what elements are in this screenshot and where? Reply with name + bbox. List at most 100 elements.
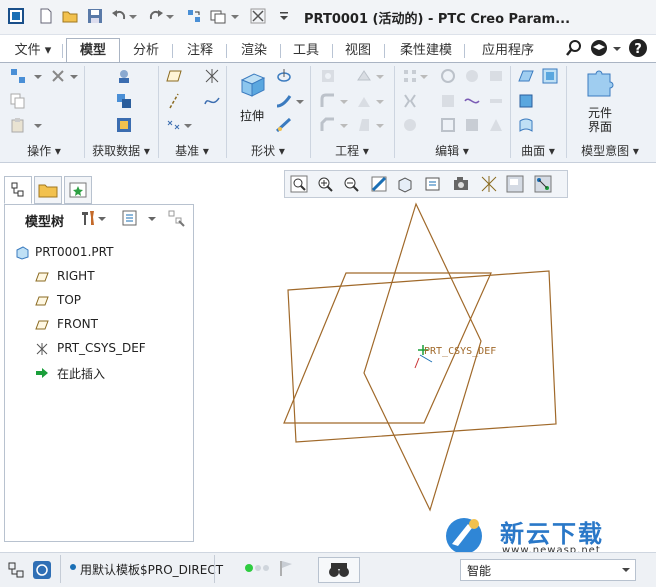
copy-geometry-icon[interactable]: [116, 93, 132, 109]
display-style-icon[interactable]: [395, 174, 415, 194]
freestyle-icon[interactable]: [542, 68, 558, 84]
chevron-down-icon[interactable]: [340, 117, 356, 133]
customize-toolbar-icon[interactable]: [278, 8, 294, 24]
thicken-icon[interactable]: [488, 93, 504, 109]
spin-center-icon[interactable]: [533, 174, 553, 194]
undo-icon[interactable]: [111, 8, 127, 24]
component-interface-label[interactable]: 元件 界面: [578, 106, 622, 134]
tree-filter-icon[interactable]: [167, 209, 185, 227]
tab-annotate[interactable]: 注释: [174, 41, 227, 61]
chevron-down-icon[interactable]: [70, 68, 86, 84]
tab-applications[interactable]: 应用程序: [470, 41, 546, 61]
zoom-out-icon[interactable]: [341, 174, 361, 194]
delete-icon[interactable]: [50, 68, 66, 84]
chevron-down-icon[interactable]: [184, 117, 200, 133]
group-surfaces[interactable]: 曲面 ▾: [510, 141, 566, 161]
chevron-down-icon[interactable]: [147, 209, 157, 227]
chevron-down-icon[interactable]: [340, 93, 356, 109]
regenerate-icon[interactable]: [186, 8, 202, 24]
tab-tools[interactable]: 工具: [280, 41, 333, 61]
chevron-down-icon[interactable]: [34, 68, 50, 84]
surface-icon[interactable]: [518, 117, 534, 133]
sketch-icon[interactable]: [204, 93, 220, 109]
tab-render[interactable]: 渲染: [228, 41, 281, 61]
group-model-intent[interactable]: 模型意图 ▾: [566, 141, 654, 161]
tree-item-front[interactable]: FRONT: [5, 315, 191, 335]
boundary-blend-icon[interactable]: [518, 68, 534, 84]
user-defined-feature-icon[interactable]: [116, 68, 132, 84]
chevron-down-icon[interactable]: [376, 93, 392, 109]
tree-item-insert-here[interactable]: 在此插入: [5, 363, 191, 383]
group-shape[interactable]: 形状 ▾: [226, 141, 310, 161]
undo-dropdown-icon[interactable]: [128, 8, 144, 24]
repaint-icon[interactable]: [369, 174, 389, 194]
style-icon[interactable]: [518, 93, 534, 109]
toggle-navigator-icon[interactable]: [6, 560, 26, 580]
chamfer-icon[interactable]: [320, 117, 336, 133]
folder-browser-tab[interactable]: [34, 176, 62, 204]
intersect-icon[interactable]: [402, 117, 418, 133]
round-icon[interactable]: [320, 93, 336, 109]
remove-icon[interactable]: [488, 117, 504, 133]
rib-icon[interactable]: [356, 93, 372, 109]
view-manager-icon[interactable]: [451, 174, 471, 194]
extrude-label[interactable]: 拉伸: [232, 107, 272, 124]
search-icon[interactable]: [566, 40, 582, 56]
app-icon[interactable]: [8, 8, 24, 24]
annotation-display-icon[interactable]: [505, 174, 525, 194]
browser-icon[interactable]: [32, 560, 52, 580]
windows-icon[interactable]: [210, 8, 226, 24]
help-icon[interactable]: ?: [628, 38, 648, 58]
favorites-tab[interactable]: [64, 176, 92, 204]
offset-icon[interactable]: [488, 68, 504, 84]
tab-analysis[interactable]: 分析: [120, 41, 173, 61]
graduation-cap-icon[interactable]: [590, 39, 608, 57]
saved-orientations-icon[interactable]: [423, 174, 443, 194]
flag-icon[interactable]: [278, 559, 294, 577]
fill-icon[interactable]: [440, 117, 456, 133]
datum-display-filters-icon[interactable]: [479, 174, 499, 194]
point-icon[interactable]: [166, 117, 182, 133]
trim-icon[interactable]: [464, 68, 480, 84]
merge-icon[interactable]: [440, 93, 456, 109]
save-icon[interactable]: [87, 8, 103, 24]
shrinkwrap-icon[interactable]: [116, 117, 132, 133]
component-interface-icon[interactable]: [584, 68, 616, 100]
chevron-down-icon[interactable]: [612, 39, 622, 57]
graphics-area[interactable]: PRT_CSYS_DEF: [196, 198, 656, 550]
model-tree-tab[interactable]: [4, 176, 32, 204]
sweep-icon[interactable]: [276, 93, 292, 109]
regenerate-icon[interactable]: [10, 68, 26, 84]
tree-item-csys[interactable]: PRT_CSYS_DEF: [5, 339, 191, 359]
chevron-down-icon[interactable]: [97, 209, 107, 227]
group-datum[interactable]: 基准 ▾: [158, 141, 226, 161]
mirror-icon[interactable]: [402, 93, 418, 109]
shell-icon[interactable]: [356, 68, 372, 84]
chevron-down-icon[interactable]: [420, 68, 436, 84]
plane-icon[interactable]: [166, 68, 182, 84]
show-list-icon[interactable]: [121, 209, 139, 227]
chevron-down-icon[interactable]: [376, 117, 392, 133]
selection-filter-dropdown[interactable]: 智能: [460, 559, 636, 581]
regen-status-icon[interactable]: [244, 561, 274, 575]
coordinate-system-icon[interactable]: [204, 68, 220, 84]
tab-model[interactable]: 模型: [66, 38, 120, 63]
tree-item-right[interactable]: RIGHT: [5, 267, 191, 287]
close-window-icon[interactable]: [250, 8, 266, 24]
chevron-down-icon[interactable]: [376, 68, 392, 84]
group-editing[interactable]: 编辑 ▾: [394, 141, 510, 161]
chevron-down-icon[interactable]: [34, 117, 50, 133]
draft-icon[interactable]: [356, 117, 372, 133]
zoom-in-icon[interactable]: [315, 174, 335, 194]
group-operations[interactable]: 操作 ▾: [4, 141, 84, 161]
open-folder-icon[interactable]: [62, 8, 78, 24]
project-icon[interactable]: [464, 93, 480, 109]
group-engineering[interactable]: 工程 ▾: [310, 141, 394, 161]
tree-item-top[interactable]: TOP: [5, 291, 191, 311]
copy-icon[interactable]: [10, 93, 26, 109]
tab-file[interactable]: 文件 ▾: [4, 41, 63, 61]
paste-icon[interactable]: [10, 117, 26, 133]
axis-icon[interactable]: [166, 93, 182, 109]
tab-flexible-modeling[interactable]: 柔性建模: [388, 41, 465, 61]
solidify-icon[interactable]: [464, 117, 480, 133]
